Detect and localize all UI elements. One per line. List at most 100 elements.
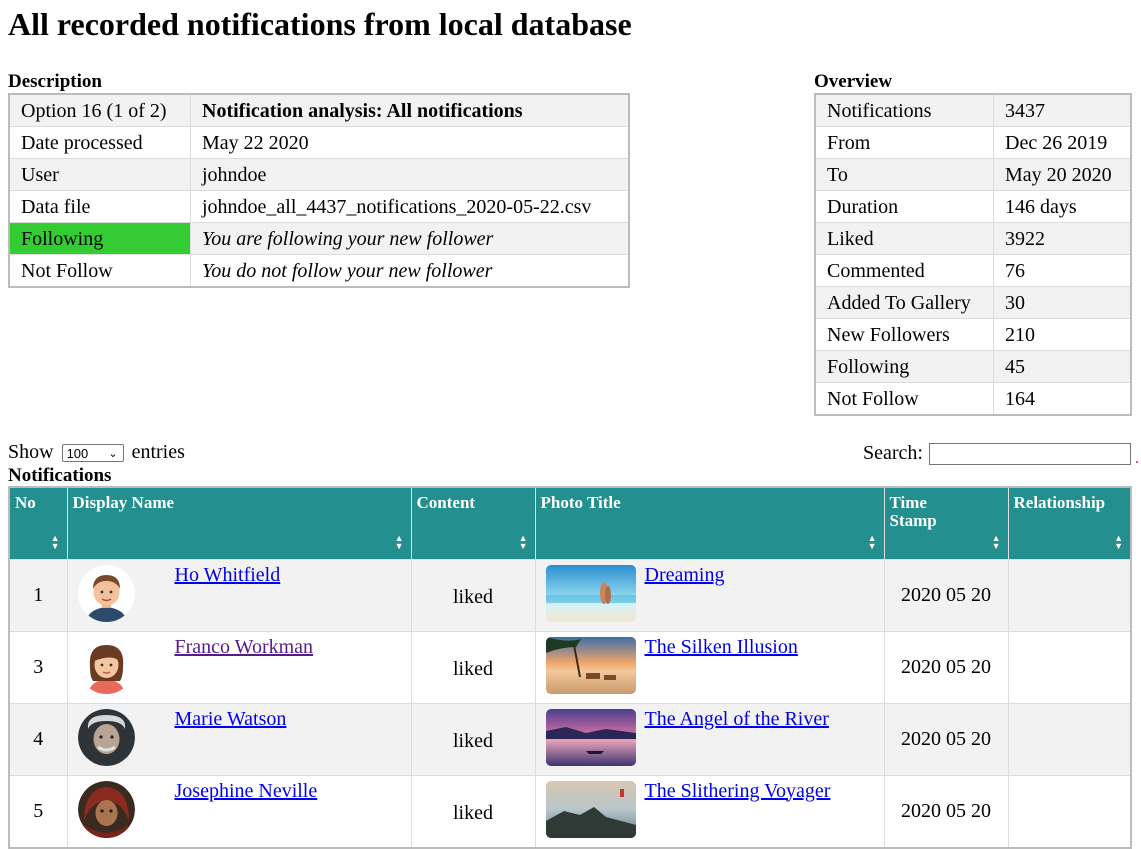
display-name-link[interactable]: Franco Workman [175, 636, 314, 659]
overview-label: Commented [814, 254, 994, 287]
entries-length-control: Show 100 ⌄ entries [8, 440, 185, 464]
description-row: Option 16 (1 of 2) Notification analysis… [8, 93, 630, 127]
column-header-display-name[interactable]: Display Name ▲ ▼ [66, 486, 412, 560]
header-row: No ▲ ▼ Display Name ▲ ▼ Content ▲ ▼ Photo Titl… [8, 486, 1132, 560]
description-value: May 22 2020 [190, 126, 630, 159]
row-number: 4 [8, 702, 68, 776]
display-name-cell: Josephine Neville [66, 774, 412, 848]
entries-label: entries [131, 441, 185, 463]
column-header-time-stamp[interactable]: Time Stamp ▲ ▼ [883, 486, 1009, 560]
overview-value: 3437 [993, 93, 1132, 127]
decorative-dot [1136, 461, 1138, 463]
table-row: 1 Ho Whitfield liked Dreaming 2020 05 20 [8, 558, 1132, 632]
overview-label: From [814, 126, 994, 159]
sort-icon: ▲ ▼ [394, 532, 404, 551]
display-name-link[interactable]: Ho Whitfield [175, 564, 281, 587]
overview-value: 76 [993, 254, 1132, 287]
description-row: Data file johndoe_all_4437_notifications… [8, 190, 630, 223]
overview-row: Liked 3922 [814, 222, 1132, 255]
photo-thumbnail[interactable] [545, 780, 636, 838]
content-cell: liked [410, 630, 536, 704]
avatar [77, 564, 135, 622]
sort-icon: ▲ ▼ [991, 532, 1001, 551]
relationship-cell [1007, 558, 1132, 632]
overview-value: 210 [993, 318, 1132, 351]
description-label: Data file [8, 190, 191, 223]
photo-thumbnail[interactable] [545, 636, 636, 694]
relationship-cell [1007, 774, 1132, 848]
overview-row: Not Follow 164 [814, 382, 1132, 416]
photo-title-link[interactable]: The Angel of the River [645, 708, 829, 731]
overview-label: Added To Gallery [814, 286, 994, 319]
time-stamp-cell: 2020 05 20 [883, 630, 1009, 704]
display-name-cell: Franco Workman [66, 630, 412, 704]
description-table: Option 16 (1 of 2) Notification analysis… [8, 93, 630, 288]
overview-label: Following [814, 350, 994, 383]
sort-icon: ▲ ▼ [518, 532, 528, 551]
photo-title-link[interactable]: Dreaming [645, 564, 725, 587]
overview-table: Notifications 3437 From Dec 26 2019 To May … [814, 93, 1132, 416]
search-input[interactable] [929, 443, 1131, 466]
notifications-table: No ▲ ▼ Display Name ▲ ▼ Content ▲ ▼ Photo Titl… [8, 486, 1132, 849]
sort-icon: ▲ ▼ [1114, 532, 1123, 551]
avatar [77, 780, 135, 838]
photo-title-cell: The Silken Illusion [534, 630, 885, 704]
sort-icon: ▲ ▼ [50, 532, 60, 551]
description-value: You are following your new follower [190, 222, 630, 255]
overview-value: 164 [993, 382, 1132, 416]
content-cell: liked [410, 774, 536, 848]
overview-value: Dec 26 2019 [993, 126, 1132, 159]
row-number: 1 [8, 558, 68, 632]
display-name-cell: Marie Watson [66, 702, 412, 776]
overview-row: Duration 146 days [814, 190, 1132, 223]
overview-label: Liked [814, 222, 994, 255]
description-row: Following You are following your new fol… [8, 222, 630, 255]
display-name-link[interactable]: Marie Watson [175, 708, 287, 731]
overview-caption: Overview [814, 71, 893, 92]
chevron-down-icon: ⌄ [108, 448, 118, 461]
entries-select[interactable]: 100 ⌄ [61, 444, 124, 463]
photo-title-cell: Dreaming [534, 558, 885, 632]
description-row: Date processed May 22 2020 [8, 126, 630, 159]
overview-label: Notifications [814, 93, 994, 127]
sort-icon: ▲ ▼ [867, 532, 877, 551]
column-header-no[interactable]: No ▲ ▼ [8, 486, 68, 560]
row-number: 3 [8, 630, 68, 704]
content-cell: liked [410, 702, 536, 776]
content-cell: liked [410, 558, 536, 632]
relationship-cell [1007, 702, 1132, 776]
description-value: johndoe_all_4437_notifications_2020-05-2… [190, 190, 630, 223]
photo-title-link[interactable]: The Slithering Voyager [645, 780, 831, 803]
time-stamp-cell: 2020 05 20 [883, 774, 1009, 848]
photo-title-link[interactable]: The Silken Illusion [645, 636, 798, 659]
display-name-link[interactable]: Josephine Neville [175, 780, 318, 803]
description-value: You do not follow your new follower [190, 254, 630, 288]
photo-thumbnail[interactable] [545, 564, 636, 622]
notifications-caption: Notifications [8, 465, 112, 486]
row-number: 5 [8, 774, 68, 848]
search-label: Search: [863, 442, 923, 464]
photo-thumbnail[interactable] [545, 708, 636, 766]
overview-label: New Followers [814, 318, 994, 351]
following-legend-label: Following [8, 222, 191, 255]
overview-label: Duration [814, 190, 994, 223]
overview-row: New Followers 210 [814, 318, 1132, 351]
photo-title-cell: The Slithering Voyager [534, 774, 885, 848]
column-header-relationship[interactable]: Relationship ▲ ▼ [1007, 486, 1132, 560]
column-header-content[interactable]: Content ▲ ▼ [410, 486, 536, 560]
overview-row: Commented 76 [814, 254, 1132, 287]
description-row: Not Follow You do not follow your new fo… [8, 254, 630, 288]
overview-value: 30 [993, 286, 1132, 319]
table-row: 4 Marie Watson liked The Angel of the Ri… [8, 702, 1132, 776]
overview-value: May 20 2020 [993, 158, 1132, 191]
overview-row: Added To Gallery 30 [814, 286, 1132, 319]
time-stamp-cell: 2020 05 20 [883, 702, 1009, 776]
overview-value: 3922 [993, 222, 1132, 255]
table-row: 5 Josephine Neville liked The Slithering… [8, 774, 1132, 848]
overview-row: Notifications 3437 [814, 93, 1132, 127]
table-row: 3 Franco Workman liked The Silken Illusi… [8, 630, 1132, 704]
description-label: Date processed [8, 126, 191, 159]
overview-row: To May 20 2020 [814, 158, 1132, 191]
overview-label: Not Follow [814, 382, 994, 416]
column-header-photo-title[interactable]: Photo Title ▲ ▼ [534, 486, 885, 560]
